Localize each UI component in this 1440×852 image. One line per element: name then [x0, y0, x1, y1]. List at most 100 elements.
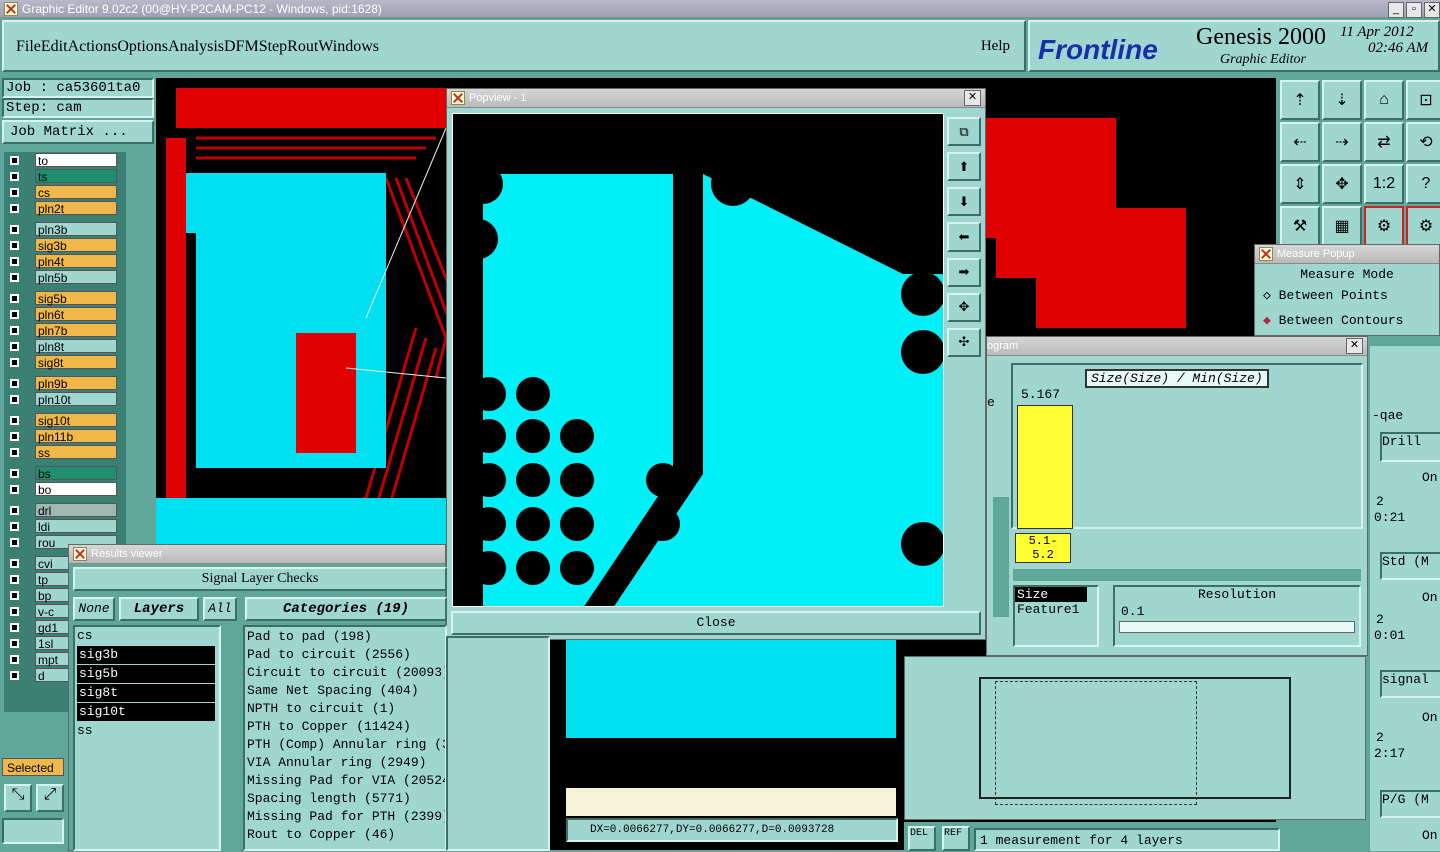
layer-row[interactable]: drl	[4, 502, 126, 518]
layer-row[interactable]: pln6t	[4, 306, 126, 322]
panel-down-icon[interactable]: ⇣	[1322, 80, 1362, 120]
layer-name[interactable]: pln9b	[35, 376, 117, 391]
layer-checkbox[interactable]	[10, 341, 19, 351]
layer-checkbox[interactable]	[10, 447, 19, 457]
layer-checkbox[interactable]	[10, 484, 19, 494]
layer-name[interactable]: ts	[35, 169, 117, 184]
category-item[interactable]: Missing Pad for VIA (20524)	[247, 773, 445, 791]
layer-name[interactable]: pln10t	[35, 392, 117, 407]
right-on-4[interactable]: On	[1422, 828, 1438, 843]
layer-checkbox[interactable]	[10, 654, 19, 664]
layer-checkbox[interactable]	[10, 155, 19, 165]
fit-vertical-icon[interactable]: ⇕	[1280, 164, 1320, 204]
category-item[interactable]: PTH (Comp) Annular ring (341)	[247, 737, 445, 755]
layer-checkbox[interactable]	[10, 622, 19, 632]
category-item[interactable]: Pad to circuit (2556)	[247, 647, 443, 665]
category-item[interactable]: VIA Annular ring (2949)	[247, 755, 443, 773]
layer-name[interactable]: pln8t	[35, 339, 117, 354]
home-icon[interactable]: ⌂	[1364, 80, 1404, 120]
fit-all-icon[interactable]: ✥	[1322, 164, 1362, 204]
layer-row[interactable]: bo	[4, 481, 126, 497]
layer-checkbox[interactable]	[10, 171, 19, 181]
layer-name[interactable]: pln7b	[35, 323, 117, 338]
layer-checkbox[interactable]	[10, 394, 19, 404]
menu-options[interactable]: Options	[117, 38, 168, 56]
none-button[interactable]: None	[73, 597, 115, 621]
category-item[interactable]: NPTH to circuit (1)	[247, 701, 443, 719]
menu-help[interactable]: Help	[981, 38, 1010, 55]
layer-checkbox[interactable]	[10, 590, 19, 600]
layer-row[interactable]: ts	[4, 168, 126, 184]
layer-checkbox[interactable]	[10, 293, 19, 303]
layer-checkbox[interactable]	[10, 378, 19, 388]
layer-row[interactable]: pln2t	[4, 200, 126, 216]
layer-name[interactable]: to	[35, 153, 117, 168]
layer-checkbox[interactable]	[10, 468, 19, 478]
layer-name[interactable]: sig8t	[35, 355, 117, 370]
size-item[interactable]: Size	[1015, 587, 1087, 602]
between-points-option[interactable]: ◇ Between Points	[1263, 288, 1439, 303]
snap-icon[interactable]: ⟲	[1406, 122, 1440, 162]
close-button[interactable]: ✕	[1424, 2, 1440, 18]
overview-panel[interactable]	[904, 656, 1366, 820]
layer-row[interactable]: cs	[4, 184, 126, 200]
layer-row[interactable]: bs	[4, 465, 126, 481]
right-on-1[interactable]: On	[1422, 470, 1438, 485]
layers-b-icon[interactable]: ⚙	[1406, 206, 1440, 246]
category-item[interactable]: Circuit to circuit (20093)	[247, 665, 445, 683]
layer-row[interactable]: pln4t	[4, 253, 126, 269]
category-item[interactable]: Same Net Spacing (404)	[247, 683, 443, 701]
layer-row[interactable]: pln7b	[4, 322, 126, 338]
layer-name[interactable]: pln6t	[35, 307, 117, 322]
zoom-in-icon[interactable]: ⧉	[947, 117, 981, 147]
histogram-bar[interactable]	[1017, 405, 1073, 529]
layer-row[interactable]: sig8t	[4, 354, 126, 370]
layers-a-icon[interactable]: ⚙	[1364, 206, 1404, 246]
job-matrix-button[interactable]: Job Matrix ...	[2, 120, 154, 144]
layer-checkbox[interactable]	[10, 606, 19, 616]
pan-lr-icon[interactable]: ⇄	[1364, 122, 1404, 162]
fit-icon[interactable]: ✥	[947, 292, 981, 322]
layer-checkbox[interactable]	[10, 224, 19, 234]
layer-checkbox[interactable]	[10, 309, 19, 319]
layer-row[interactable]: pln8t	[4, 338, 126, 354]
layer-name[interactable]: sig10t	[35, 413, 117, 428]
histogram-vscroll[interactable]	[993, 497, 1009, 617]
layer-name[interactable]: pln3b	[35, 222, 117, 237]
layer-checkbox[interactable]	[10, 203, 19, 213]
menu-edit[interactable]: Edit	[41, 38, 68, 56]
panel-left-icon[interactable]: ⇠	[1280, 122, 1320, 162]
popview-canvas[interactable]	[452, 113, 944, 607]
layer-checkbox[interactable]	[10, 325, 19, 335]
tools-icon[interactable]: ⚒	[1280, 206, 1320, 246]
layer-row[interactable]: sig3b	[4, 237, 126, 253]
result-layer-item[interactable]: cs	[75, 627, 219, 645]
layer-checkbox[interactable]	[10, 431, 19, 441]
layer-checkbox[interactable]	[10, 415, 19, 425]
result-layer-item[interactable]: sig5b	[77, 665, 215, 683]
zoom-window-icon[interactable]: ⊡	[1406, 80, 1440, 120]
result-layer-item[interactable]: sig8t	[77, 684, 215, 702]
result-layer-scrollbar[interactable]	[221, 625, 241, 851]
layer-row[interactable]: to	[4, 152, 126, 168]
layer-checkbox[interactable]	[10, 240, 19, 250]
layer-checkbox[interactable]	[10, 272, 19, 282]
layer-checkbox[interactable]	[10, 357, 19, 367]
layer-name[interactable]: pln2t	[35, 201, 117, 216]
down-icon[interactable]: ⬇	[947, 187, 981, 217]
layers-button[interactable]: Layers	[119, 597, 199, 621]
layer-name[interactable]: bo	[35, 482, 117, 497]
layer-row[interactable]: ldi	[4, 518, 126, 534]
layer-name[interactable]: pln5b	[35, 270, 117, 285]
grid-icon[interactable]: ▦	[1322, 206, 1362, 246]
category-item[interactable]: Rout to Copper (46)	[247, 827, 443, 845]
right-on-2[interactable]: On	[1422, 590, 1438, 605]
menu-windows[interactable]: Windows	[318, 38, 379, 56]
menu-actions[interactable]: Actions	[68, 38, 118, 56]
category-item[interactable]: Spacing length (5771)	[247, 791, 443, 809]
panel-right-icon[interactable]: ⇢	[1322, 122, 1362, 162]
between-contours-option[interactable]: ◆ Between Contours	[1263, 313, 1439, 328]
layer-checkbox[interactable]	[10, 505, 19, 515]
layer-name[interactable]: ldi	[35, 519, 117, 534]
layer-row[interactable]: sig5b	[4, 290, 126, 306]
